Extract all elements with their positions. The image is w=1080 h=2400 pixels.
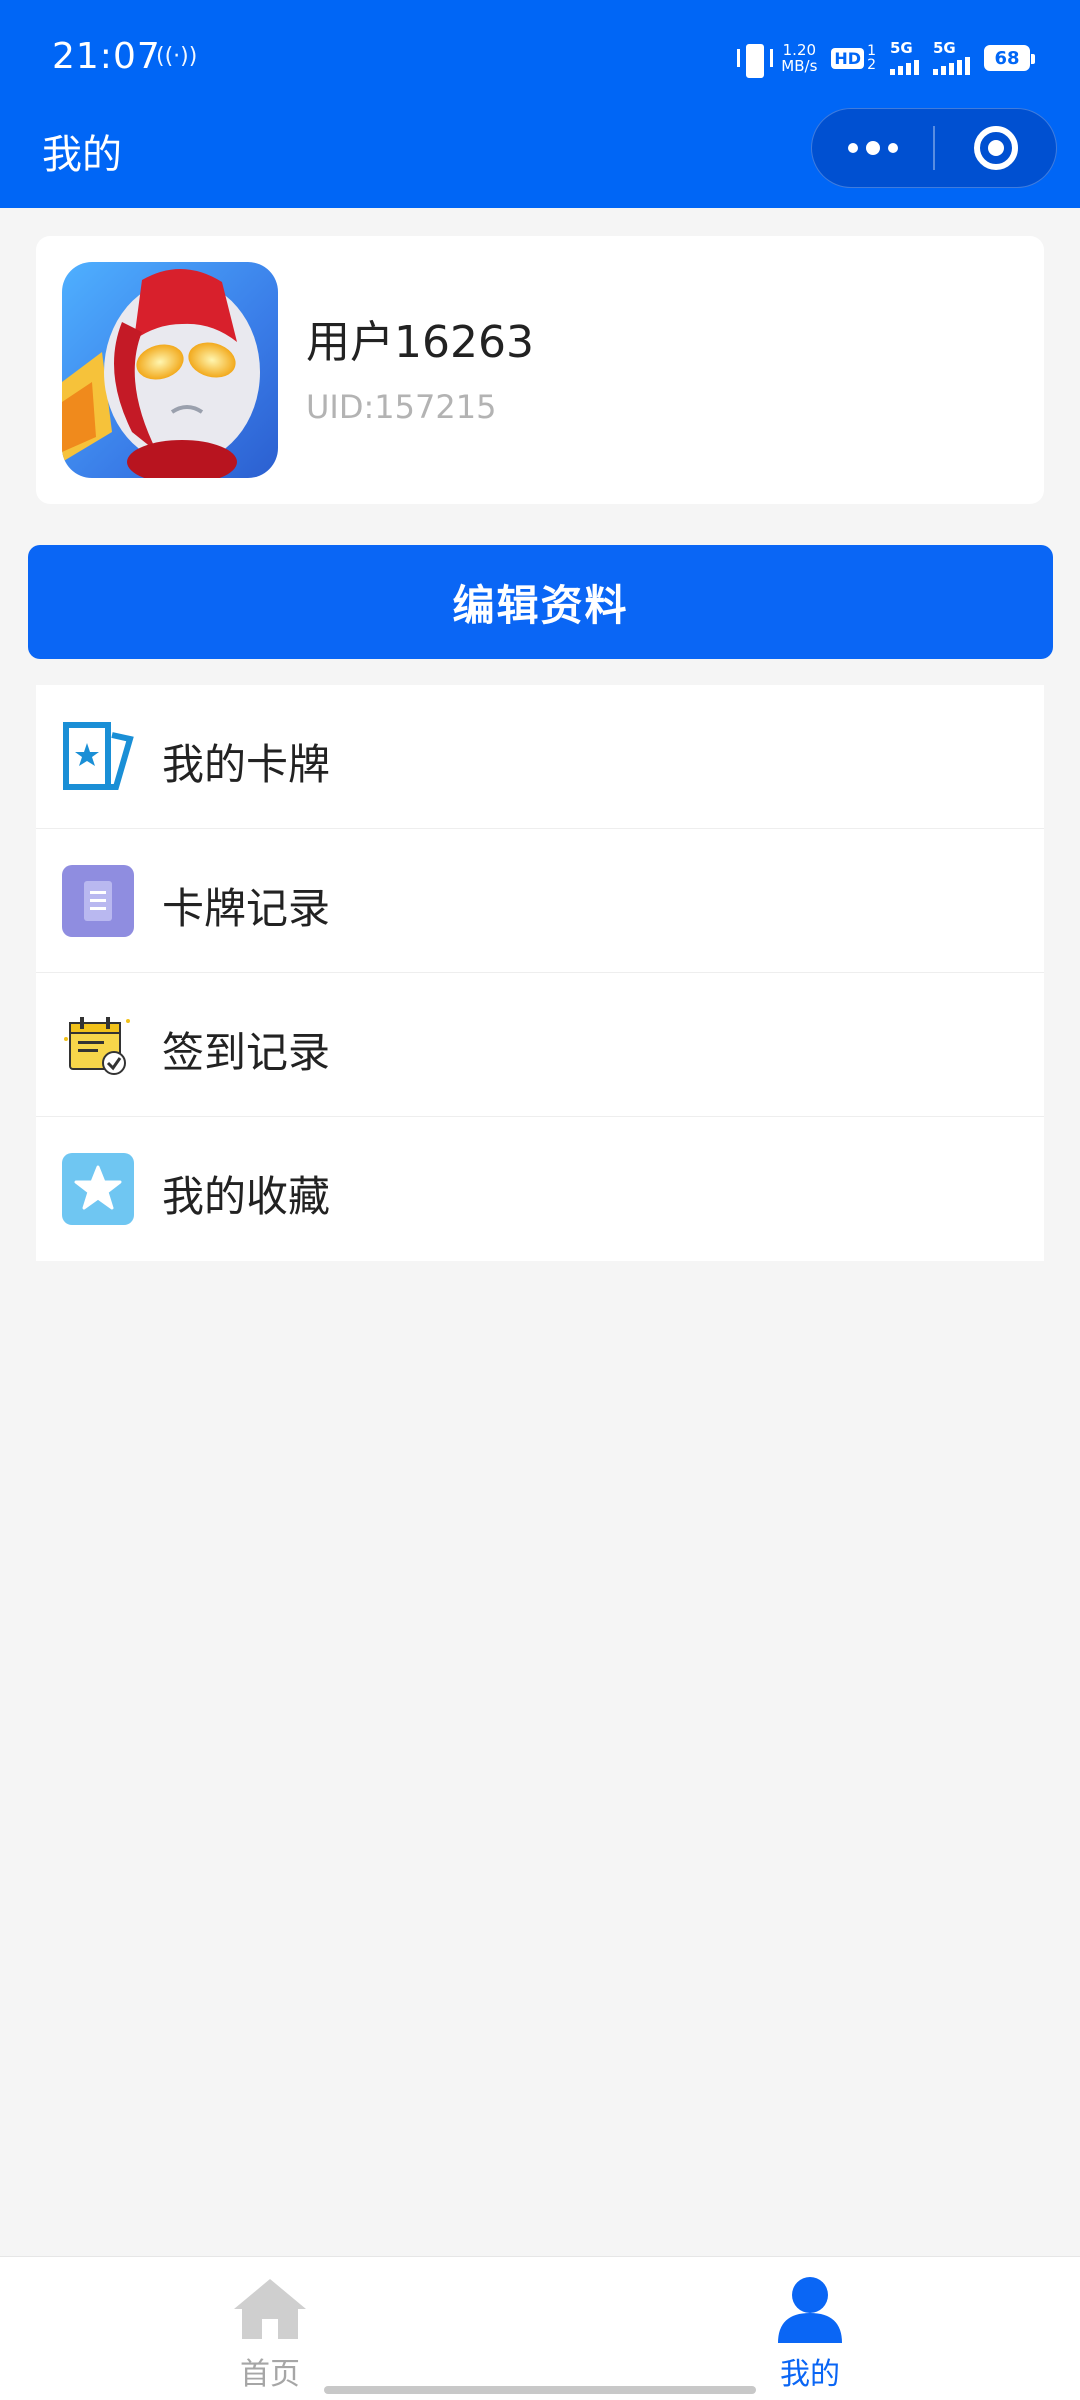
hd-sub-bottom: 2: [867, 57, 876, 73]
calendar-check-icon: [62, 1009, 134, 1081]
document-icon: [62, 865, 134, 937]
hd-voice-indicator: HD 1 2: [831, 44, 876, 72]
battery-icon: 68: [984, 45, 1035, 71]
username: 用户16263: [306, 317, 534, 368]
sim1-network-label: 5G: [890, 39, 913, 57]
user-uid: UID:157215: [306, 388, 497, 426]
miniprogram-capsule: [811, 108, 1057, 188]
home-icon: [230, 2277, 310, 2343]
tab-home[interactable]: 首页: [0, 2257, 540, 2400]
sim2-network-label: 5G: [933, 39, 956, 57]
profile-card: 用户16263 UID:157215: [36, 236, 1044, 504]
menu-item-my-cards[interactable]: 我的卡牌: [36, 685, 1044, 829]
bottom-nav: 首页 我的: [0, 2256, 1080, 2400]
signal-sim2-icon: 5G: [933, 39, 970, 75]
menu-item-checkin-records[interactable]: 签到记录: [36, 973, 1044, 1117]
menu-label-card-records: 卡牌记录: [162, 884, 331, 933]
signal-sim1-icon: 5G: [890, 39, 919, 75]
menu-label-my-cards: 我的卡牌: [162, 740, 331, 789]
page-title: 我的: [42, 132, 122, 178]
more-button[interactable]: [812, 109, 933, 187]
menu-list: 我的卡牌 卡牌记录 签到记录 我的收藏: [36, 685, 1044, 1261]
avatar-image: [62, 262, 278, 478]
status-time: 21:07: [52, 36, 161, 77]
vibrate-icon: [737, 41, 774, 78]
network-speed: 1.20 MB/s: [781, 42, 817, 74]
avatar[interactable]: [62, 262, 278, 478]
menu-item-card-records[interactable]: 卡牌记录: [36, 829, 1044, 973]
card-icon: [62, 721, 134, 793]
status-icons: 1.20 MB/s HD 1 2 5G 5G 68: [737, 38, 1035, 78]
menu-label-checkin-records: 签到记录: [162, 1028, 331, 1077]
gesture-home-bar[interactable]: [324, 2386, 756, 2394]
app-header: 21:07 ((·)) 1.20 MB/s HD 1 2 5G 5G 68 我的: [0, 0, 1080, 208]
menu-item-favorites[interactable]: 我的收藏: [36, 1117, 1044, 1261]
close-miniprogram-button[interactable]: [935, 109, 1056, 187]
hd-icon: HD: [831, 47, 865, 69]
network-speed-unit: MB/s: [781, 57, 818, 75]
user-icon: [770, 2277, 850, 2343]
menu-label-favorites: 我的收藏: [162, 1172, 331, 1221]
hd-sub-top: 1: [867, 43, 876, 59]
tab-mine[interactable]: 我的: [540, 2257, 1080, 2400]
edit-profile-button[interactable]: 编辑资料: [28, 545, 1053, 659]
network-speed-value: 1.20: [782, 41, 817, 59]
nfc-icon: ((·)): [156, 44, 198, 69]
star-icon: [62, 1153, 134, 1225]
target-icon: [973, 126, 1018, 170]
